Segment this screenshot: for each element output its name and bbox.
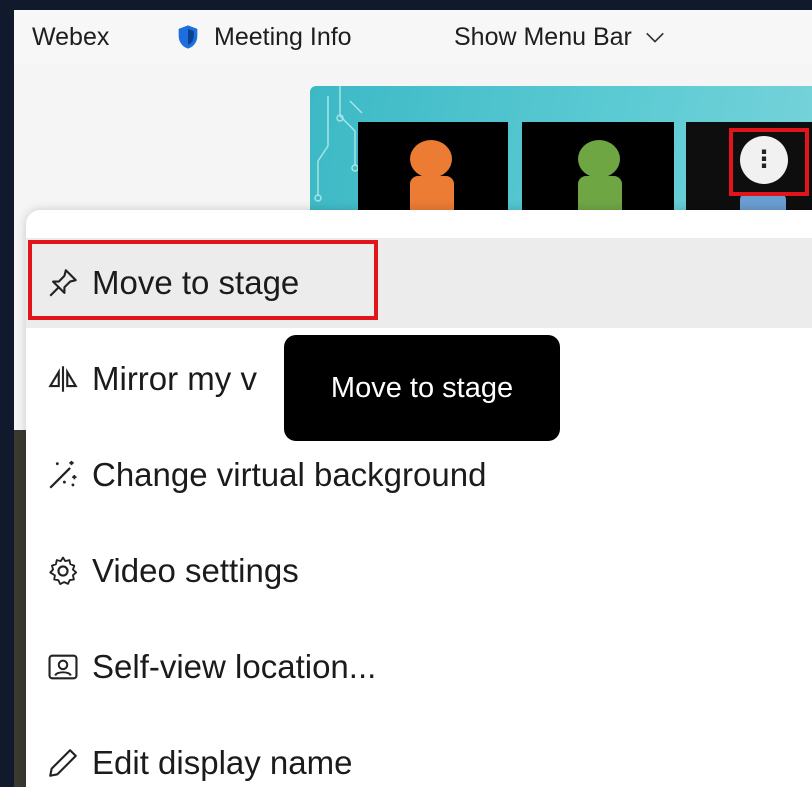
menu-item-label: Edit display name: [92, 744, 353, 781]
meeting-info-button[interactable]: Meeting Info: [174, 10, 352, 64]
top-bar: Webex Meeting Info Show Menu Bar: [14, 10, 812, 64]
menu-item-change-virtual-background[interactable]: Change virtual background: [26, 430, 812, 520]
highlight-box: [28, 240, 378, 320]
magic-wand-icon: [49, 460, 77, 489]
chevron-down-icon: [646, 32, 664, 43]
participant-video-tile[interactable]: [358, 122, 508, 216]
menu-item-label: Change virtual background: [92, 456, 487, 493]
webex-menu[interactable]: Webex: [32, 10, 109, 64]
menu-item-self-view-location[interactable]: Self-view location...: [26, 622, 812, 712]
avatar: [410, 140, 452, 178]
avatar: [578, 140, 620, 178]
tooltip-text: Move to stage: [330, 371, 514, 404]
menu-item-label: Self-view location...: [92, 648, 377, 685]
show-menu-bar-label: Show Menu Bar: [454, 22, 632, 51]
mirror-icon: [48, 366, 78, 392]
gear-icon: [49, 556, 78, 585]
shield-icon: [178, 25, 198, 49]
menu-item-edit-display-name[interactable]: Edit display name: [26, 718, 812, 787]
highlight-box: [729, 128, 809, 196]
self-view-icon: [48, 654, 78, 680]
webex-label: Webex: [32, 22, 110, 51]
menu-item-label: Mirror my v: [92, 360, 257, 397]
pencil-icon: [49, 749, 77, 777]
menu-item-label: Video settings: [92, 552, 299, 589]
webex-window: Webex Meeting Info Show Menu Bar ⋮ Move …: [14, 10, 812, 787]
show-menu-bar-button[interactable]: Show Menu Bar: [454, 10, 666, 64]
meeting-info-label: Meeting Info: [214, 22, 352, 51]
menu-item-video-settings[interactable]: Video settings: [26, 526, 812, 616]
tooltip: Move to stage: [284, 335, 560, 441]
participant-video-tile[interactable]: [522, 122, 674, 216]
context-menu: Move to stage Mirror my v Change virtual…: [26, 210, 812, 787]
